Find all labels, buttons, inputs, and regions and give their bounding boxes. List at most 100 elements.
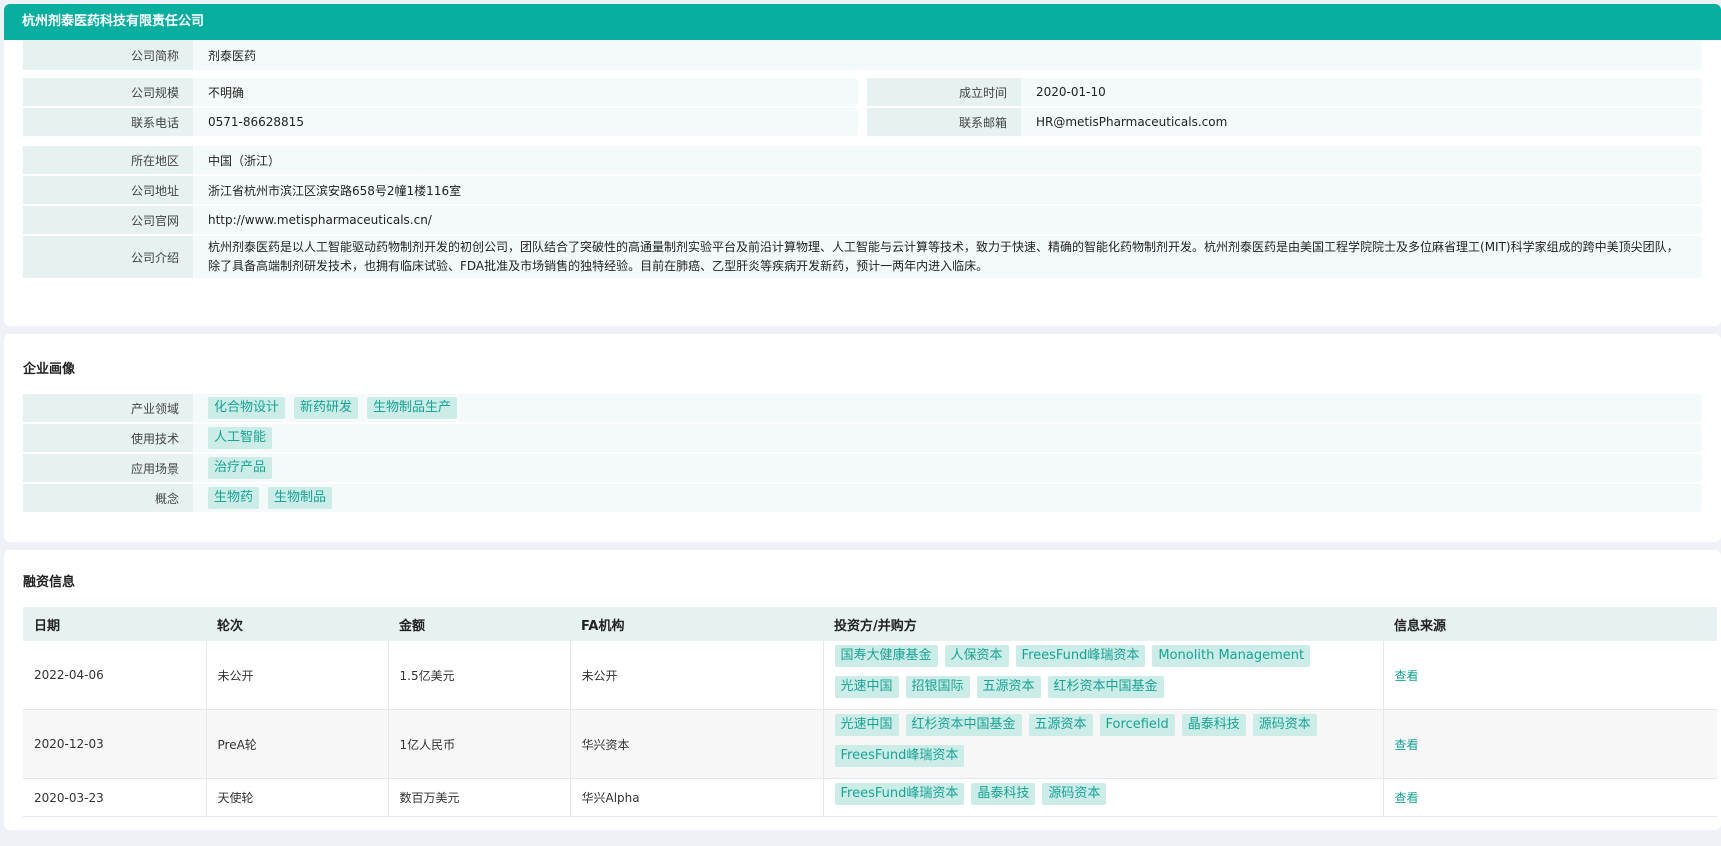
- company-info-card: 杭州剂泰医药科技有限责任公司 公司简称 剂泰医药 公司规模 不明确 成立时间 2…: [4, 4, 1721, 326]
- date-cell: 2020-03-23: [23, 778, 207, 817]
- phone-label: 联系电话: [23, 108, 193, 136]
- view-source-link[interactable]: 查看: [1395, 669, 1419, 683]
- round-cell: 未公开: [206, 641, 389, 710]
- address-row: 公司地址 浙江省杭州市滨江区滨安路658号2幢1楼116室: [23, 176, 1702, 204]
- round-cell: 天使轮: [206, 778, 389, 817]
- source-cell: 查看: [1383, 641, 1717, 710]
- founded-label: 成立时间: [867, 78, 1021, 106]
- amount-cell: 1.5亿美元: [388, 641, 571, 710]
- scale-label: 公司规模: [23, 78, 193, 106]
- financing-table: 日期 轮次 金额 FA机构 投资方/并购方 信息来源 2022-04-06 未公开 1.5亿美…: [23, 607, 1717, 817]
- investor-tag[interactable]: 红杉资本中国基金: [905, 714, 1022, 736]
- short-name-row: 公司简称 剂泰医药: [23, 40, 1702, 70]
- fa-cell: 华兴资本: [570, 709, 824, 779]
- investor-tag[interactable]: 红杉资本中国基金: [1047, 676, 1164, 698]
- source-cell: 查看: [1383, 778, 1717, 817]
- phone-value: 0571-86628815: [208, 115, 304, 129]
- scale-row: 公司规模 不明确: [23, 78, 858, 106]
- investor-tag[interactable]: 五源资本: [976, 676, 1041, 698]
- view-source-link[interactable]: 查看: [1395, 791, 1419, 805]
- financing-header-row: 日期 轮次 金额 FA机构 投资方/并购方 信息来源: [23, 607, 1717, 641]
- profile-row-label: 概念: [23, 484, 193, 512]
- region-value: 中国（浙江）: [208, 153, 281, 168]
- profile-rows: 产业领域 化合物设计 新药研发 生物制品生产 使用技术 人工智能 应用场景 治疗产品 概念 生物药…: [4, 394, 1721, 512]
- investor-tag[interactable]: 源码资本: [1252, 714, 1317, 736]
- email-row: 联系邮箱 HR@metisPharmaceuticals.com: [867, 108, 1702, 136]
- investor-tag[interactable]: 国寿大健康基金: [834, 645, 938, 667]
- investor-tag[interactable]: 五源资本: [1028, 714, 1093, 736]
- investor-tag[interactable]: FreesFund峰瑞资本: [834, 745, 965, 767]
- financing-card: 融资信息 日期 轮次 金额 FA机构 投资方/并购方 信息来源 2022-04-06 未公开…: [4, 550, 1721, 830]
- region-row: 所在地区 中国（浙江）: [23, 146, 1702, 174]
- address-label: 公司地址: [23, 176, 193, 204]
- company-title: 杭州剂泰医药科技有限责任公司: [4, 4, 1721, 40]
- investor-tag[interactable]: 招银国际: [905, 676, 970, 698]
- intro-row: 公司介绍 杭州剂泰医药是以人工智能驱动药物制剂开发的初创公司，团队结合了突破性的…: [23, 236, 1702, 278]
- profile-row-label: 使用技术: [23, 424, 193, 452]
- profile-title: 企业画像: [23, 362, 76, 377]
- tag[interactable]: 治疗产品: [208, 457, 273, 479]
- website-label: 公司官网: [23, 206, 193, 234]
- investor-tag[interactable]: 晶泰科技: [1181, 714, 1246, 736]
- profile-row-label: 产业领域: [23, 394, 193, 422]
- investors-cell: FreesFund峰瑞资本 晶泰科技 源码资本: [823, 778, 1384, 817]
- tag[interactable]: 化合物设计: [208, 397, 286, 419]
- investor-tag[interactable]: Monolith Management: [1152, 645, 1311, 667]
- profile-row-tags: 治疗产品: [193, 454, 1702, 482]
- investor-tag[interactable]: 晶泰科技: [971, 783, 1036, 805]
- intro-label: 公司介绍: [23, 236, 193, 278]
- profile-row-tags: 生物药 生物制品: [193, 484, 1702, 512]
- investor-tag[interactable]: Forcefield: [1099, 714, 1175, 736]
- amount-cell: 1亿人民币: [388, 709, 571, 779]
- column-header: 金额: [388, 607, 570, 641]
- region-label: 所在地区: [23, 146, 193, 174]
- phone-row: 联系电话 0571-86628815: [23, 108, 858, 136]
- profile-row-label: 应用场景: [23, 454, 193, 482]
- investor-tag[interactable]: FreesFund峰瑞资本: [1015, 645, 1146, 667]
- amount-cell: 数百万美元: [388, 778, 571, 817]
- scale-value: 不明确: [208, 85, 245, 100]
- table-row: 2020-12-03 PreA轮 1亿人民币 华兴资本 光速中国 红杉资本中国基金 五源资本…: [23, 709, 1717, 779]
- profile-row-tags: 人工智能: [193, 424, 1702, 452]
- profile-row: 使用技术 人工智能: [23, 424, 1702, 452]
- investor-tag[interactable]: 光速中国: [834, 714, 899, 736]
- table-row: 2022-04-06 未公开 1.5亿美元 未公开 国寿大健康基金 人保资本 FreesFu…: [23, 641, 1717, 710]
- column-header: FA机构: [570, 607, 823, 641]
- profile-row: 应用场景 治疗产品: [23, 454, 1702, 482]
- investors-cell: 光速中国 红杉资本中国基金 五源资本 Forcefield 晶泰科技 源码资本 FreesF…: [823, 709, 1384, 779]
- short-name-label: 公司简称: [23, 40, 193, 70]
- founded-row: 成立时间 2020-01-10: [867, 78, 1702, 106]
- short-name-value: 剂泰医药: [208, 48, 257, 63]
- column-header: 信息来源: [1383, 607, 1717, 641]
- profile-row-tags: 化合物设计 新药研发 生物制品生产: [193, 394, 1702, 422]
- email-value: HR@metisPharmaceuticals.com: [1036, 115, 1228, 129]
- tag[interactable]: 生物制品: [268, 487, 333, 509]
- tag[interactable]: 生物药: [208, 487, 260, 509]
- founded-value: 2020-01-10: [1036, 85, 1106, 99]
- round-cell: PreA轮: [206, 709, 389, 779]
- investor-tag[interactable]: FreesFund峰瑞资本: [834, 783, 965, 805]
- website-link[interactable]: http://www.metispharmaceuticals.cn/: [193, 206, 1702, 234]
- date-cell: 2020-12-03: [23, 709, 207, 779]
- investor-tag[interactable]: 人保资本: [944, 645, 1009, 667]
- tag[interactable]: 新药研发: [294, 397, 359, 419]
- view-source-link[interactable]: 查看: [1395, 738, 1419, 752]
- investor-tag[interactable]: 光速中国: [834, 676, 899, 698]
- profile-card: 企业画像 产业领域 化合物设计 新药研发 生物制品生产 使用技术 人工智能 应用场景 治疗产品…: [4, 334, 1721, 542]
- website-row: 公司官网 http://www.metispharmaceuticals.cn/: [23, 206, 1702, 234]
- intro-text: 杭州剂泰医药是以人工智能驱动药物制剂开发的初创公司，团队结合了突破性的高通量制剂…: [208, 240, 1679, 273]
- fa-cell: 未公开: [570, 641, 824, 710]
- column-header: 日期: [23, 607, 206, 641]
- column-header: 轮次: [206, 607, 388, 641]
- email-label: 联系邮箱: [867, 108, 1021, 136]
- investor-tag[interactable]: 源码资本: [1042, 783, 1107, 805]
- fa-cell: 华兴Alpha: [570, 778, 824, 817]
- column-header: 投资方/并购方: [823, 607, 1383, 641]
- address-value: 浙江省杭州市滨江区滨安路658号2幢1楼116室: [208, 183, 462, 198]
- tag[interactable]: 生物制品生产: [367, 397, 458, 419]
- profile-row: 产业领域 化合物设计 新药研发 生物制品生产: [23, 394, 1702, 422]
- date-cell: 2022-04-06: [23, 641, 207, 710]
- tag[interactable]: 人工智能: [208, 427, 273, 449]
- profile-row: 概念 生物药 生物制品: [23, 484, 1702, 512]
- table-row: 2020-03-23 天使轮 数百万美元 华兴Alpha FreesFund峰瑞资本 晶泰…: [23, 778, 1717, 817]
